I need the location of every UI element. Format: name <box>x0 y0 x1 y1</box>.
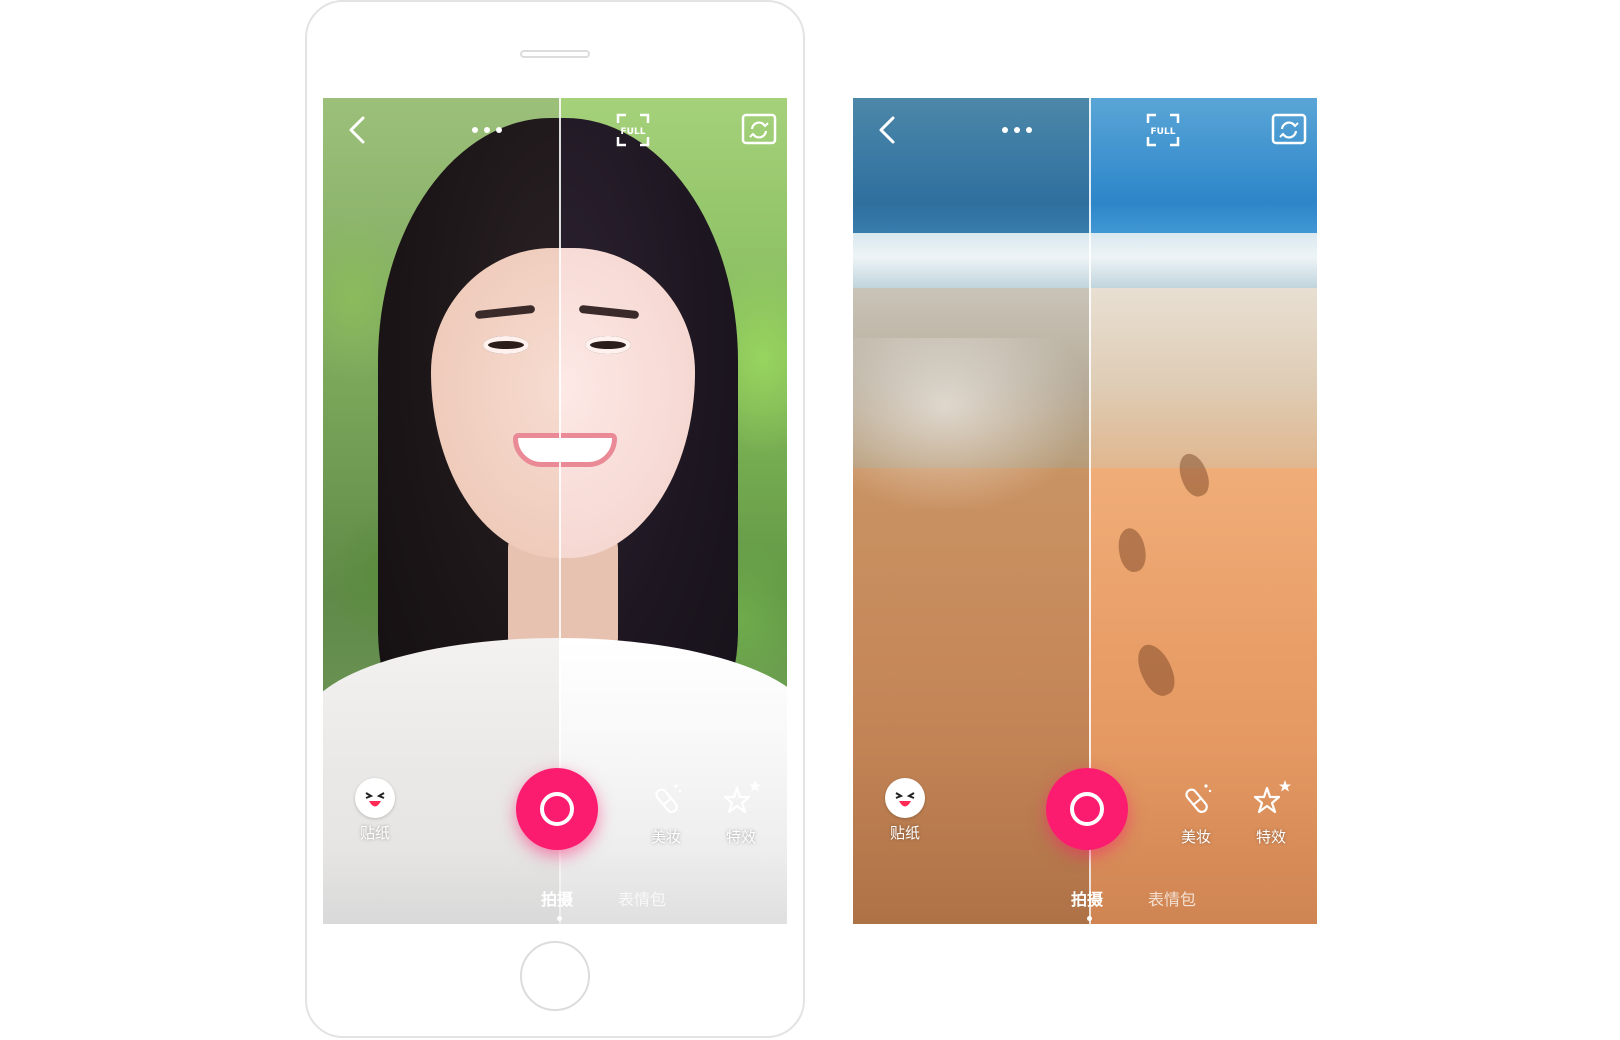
makeup-button[interactable]: 美妆 <box>1166 778 1226 847</box>
makeup-brush-icon <box>655 784 682 813</box>
sticker-face-icon <box>355 778 395 818</box>
star-effects-icon <box>1253 780 1291 814</box>
tab-meme[interactable]: 表情包 <box>1148 886 1196 910</box>
makeup-brush-icon <box>1185 784 1212 813</box>
sticker-label: 贴纸 <box>359 824 390 842</box>
effects-label: 特效 <box>725 828 756 846</box>
effects-label: 特效 <box>1255 828 1286 846</box>
camera-switch-icon[interactable] <box>1271 112 1307 148</box>
sticker-label: 贴纸 <box>889 824 920 842</box>
fullscreen-label: FULL <box>621 127 646 137</box>
shutter-ring-icon <box>540 792 574 826</box>
active-mode-indicator <box>1087 916 1092 921</box>
shutter-ring-icon <box>1070 792 1104 826</box>
back-icon[interactable] <box>871 112 907 148</box>
sticker-button[interactable]: 贴纸 <box>875 778 935 843</box>
tab-photo[interactable]: 拍摄 <box>1071 886 1103 910</box>
sticker-face-icon <box>885 778 925 818</box>
effects-button[interactable]: 特效 <box>711 778 771 847</box>
shutter-button[interactable] <box>516 768 598 850</box>
fullscreen-icon[interactable]: FULL <box>1145 112 1181 148</box>
effects-button[interactable]: 特效 <box>1241 778 1301 847</box>
home-button[interactable] <box>520 941 590 1011</box>
fullscreen-label: FULL <box>1151 127 1176 137</box>
star-effects-icon <box>723 780 761 814</box>
camera-screen-beach: FULL 贴纸 美妆 特效 拍摄 表情包 <box>853 98 1317 924</box>
camera-switch-icon[interactable] <box>741 112 777 148</box>
more-icon[interactable] <box>469 112 505 148</box>
active-mode-indicator <box>557 916 562 921</box>
back-icon[interactable] <box>341 112 377 148</box>
shutter-button[interactable] <box>1046 768 1128 850</box>
tab-meme[interactable]: 表情包 <box>618 886 666 910</box>
makeup-button[interactable]: 美妆 <box>636 778 696 847</box>
sticker-button[interactable]: 贴纸 <box>345 778 405 843</box>
phone-speaker <box>520 50 590 58</box>
makeup-label: 美妆 <box>1180 828 1211 846</box>
camera-screen-portrait: FULL 贴纸 美妆 特效 拍摄 表情包 <box>323 98 787 924</box>
fullscreen-icon[interactable]: FULL <box>615 112 651 148</box>
tab-photo[interactable]: 拍摄 <box>541 886 573 910</box>
makeup-label: 美妆 <box>650 828 681 846</box>
more-icon[interactable] <box>999 112 1035 148</box>
